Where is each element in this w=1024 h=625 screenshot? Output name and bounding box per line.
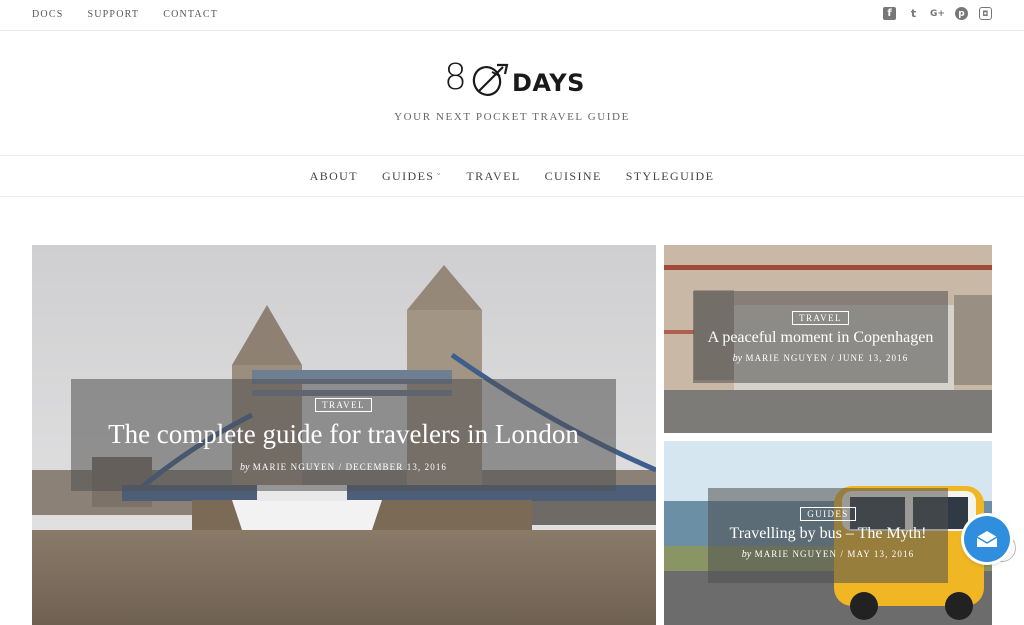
- envelope-icon: [976, 531, 998, 547]
- post-meta: by MARIE NGUYEN / JUNE 13, 2016: [693, 353, 948, 364]
- top-link-docs[interactable]: DOCS: [32, 9, 63, 20]
- featured-post-overlay: TRAVEL The complete guide for travelers …: [71, 379, 616, 491]
- nav-item-styleguide[interactable]: STYLEGUIDE: [626, 169, 715, 184]
- nav-item-label: STYLEGUIDE: [625, 169, 715, 183]
- brand-header: 8 DAYS YOUR NEXT POCKET TRAVEL GUIDE: [0, 31, 1024, 156]
- post-meta-by: by: [239, 462, 250, 473]
- site-tagline: YOUR NEXT POCKET TRAVEL GUIDE: [394, 111, 630, 123]
- chat-button[interactable]: [964, 516, 1010, 562]
- facebook-icon[interactable]: f: [883, 7, 896, 20]
- social-links: f t G+ p ◘: [883, 7, 992, 20]
- globe-plane-icon: [472, 63, 509, 96]
- post-meta-by: by: [732, 353, 743, 364]
- post-author[interactable]: MARIE NGUYEN: [755, 549, 837, 559]
- nav-item-about[interactable]: ABOUT: [310, 169, 358, 184]
- nav-item-label: CUISINE: [544, 169, 602, 183]
- logo-word: DAYS: [512, 69, 585, 97]
- post-meta-separator: /: [338, 462, 343, 472]
- top-bar: DOCS SUPPORT CONTACT f t G+ p ◘: [0, 0, 1024, 31]
- instagram-icon[interactable]: ◘: [979, 7, 992, 20]
- post-meta: by MARIE NGUYEN / DECEMBER 13, 2016: [71, 462, 616, 473]
- featured-post-overlay: GUIDES Travelling by bus – The Myth! by …: [708, 488, 948, 583]
- category-badge[interactable]: GUIDES: [800, 507, 856, 521]
- logo-number: 8: [444, 57, 467, 98]
- featured-post-london[interactable]: TRAVEL The complete guide for travelers …: [32, 245, 656, 625]
- post-title[interactable]: The complete guide for travelers in Lond…: [71, 419, 616, 450]
- top-link-support[interactable]: SUPPORT: [87, 9, 139, 20]
- main-nav: ABOUT GUIDES ⌄ TRAVEL CUISINE STYLEGUIDE: [0, 156, 1024, 197]
- post-title[interactable]: Travelling by bus – The Myth!: [688, 525, 968, 543]
- post-meta-separator: /: [840, 549, 845, 559]
- post-date: JUNE 13, 2016: [838, 353, 909, 363]
- twitter-icon[interactable]: t: [907, 7, 920, 20]
- post-author[interactable]: MARIE NGUYEN: [745, 353, 827, 363]
- nav-item-label: GUIDES: [381, 169, 435, 183]
- google-plus-icon[interactable]: G+: [930, 7, 945, 20]
- chevron-down-icon: ⌄: [435, 168, 444, 177]
- nav-item-label: ABOUT: [309, 169, 358, 183]
- post-date: MAY 13, 2016: [847, 549, 915, 559]
- featured-post-bus[interactable]: GUIDES Travelling by bus – The Myth! by …: [664, 441, 992, 625]
- post-author[interactable]: MARIE NGUYEN: [253, 462, 335, 472]
- site-logo[interactable]: 8 DAYS: [444, 57, 585, 101]
- featured-post-copenhagen[interactable]: TRAVEL A peaceful moment in Copenhagen b…: [664, 245, 992, 433]
- nav-item-label: TRAVEL: [466, 169, 521, 183]
- nav-item-cuisine[interactable]: CUISINE: [545, 169, 602, 184]
- top-nav: DOCS SUPPORT CONTACT: [32, 9, 242, 20]
- top-link-contact[interactable]: CONTACT: [163, 9, 218, 20]
- post-title[interactable]: A peaceful moment in Copenhagen: [673, 329, 968, 347]
- post-meta-separator: /: [831, 353, 835, 363]
- featured-post-overlay: TRAVEL A peaceful moment in Copenhagen b…: [693, 291, 948, 383]
- post-meta: by MARIE NGUYEN / MAY 13, 2016: [708, 549, 948, 560]
- nav-item-travel[interactable]: TRAVEL: [466, 169, 520, 184]
- pinterest-icon[interactable]: p: [955, 7, 968, 20]
- category-badge[interactable]: TRAVEL: [792, 311, 849, 325]
- post-date: DECEMBER 13, 2016: [345, 462, 448, 472]
- category-badge[interactable]: TRAVEL: [315, 398, 372, 412]
- post-meta-by: by: [741, 549, 752, 560]
- nav-item-guides[interactable]: GUIDES ⌄: [381, 168, 442, 184]
